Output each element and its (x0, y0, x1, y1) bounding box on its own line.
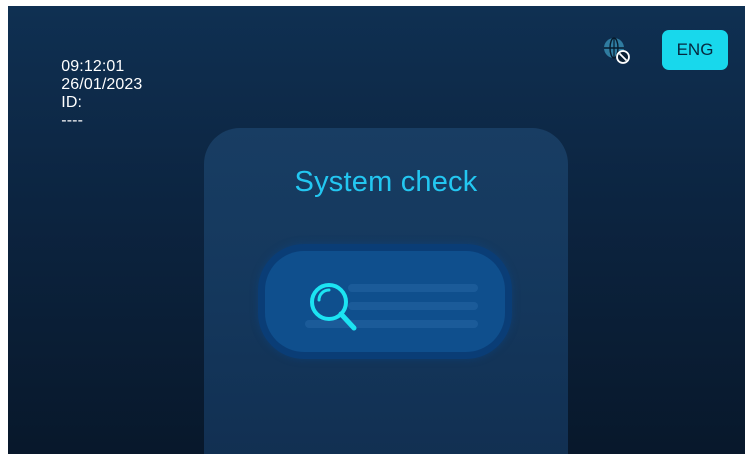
scan-line (348, 302, 478, 310)
language-button[interactable]: ENG (662, 30, 728, 70)
device-screen: 09:12:01 26/01/2023 ID: ---- ENG System … (8, 6, 745, 454)
current-date: 26/01/2023 (61, 76, 143, 93)
id-label: ID: (61, 94, 83, 111)
status-bar: 09:12:01 26/01/2023 ID: ---- ENG (8, 6, 745, 129)
globe-disconnected-icon (604, 37, 630, 64)
id-value: ---- (61, 112, 83, 129)
page-title: System check (294, 166, 478, 198)
system-check-card-inner (265, 251, 505, 352)
status-text: 09:12:01 26/01/2023 ID: ---- (34, 40, 150, 148)
scan-line (348, 284, 478, 292)
magnifier-icon (310, 283, 357, 331)
magnifier-handle (338, 311, 357, 331)
system-check-panel: System check (204, 128, 568, 454)
system-check-card (258, 244, 512, 359)
current-time: 09:12:01 (61, 58, 125, 75)
magnifier-shine (317, 288, 331, 302)
